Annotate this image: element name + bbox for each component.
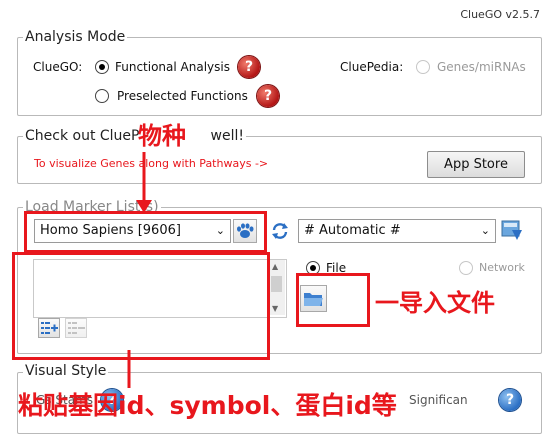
- functional-analysis-label[interactable]: Functional Analysis: [115, 60, 230, 74]
- genes-mirnas-label: Genes/miRNAs: [437, 60, 526, 74]
- functional-analysis-radio[interactable]: [95, 60, 109, 74]
- scroll-up-icon[interactable]: ▲: [272, 262, 278, 271]
- annotation-paste-ids: 粘贴基因id、symbol、蛋白id等: [18, 391, 397, 420]
- analysis-mode-panel: [17, 37, 542, 116]
- id-type-selected-value: # Automatic #: [304, 223, 401, 238]
- chevron-down-icon: ⌄: [480, 224, 490, 237]
- version-label: ClueGO v2.5.7: [460, 8, 540, 21]
- id-type-select[interactable]: # Automatic # ⌄: [298, 219, 496, 243]
- annotation-arrow-paste: [127, 350, 131, 388]
- download-icon[interactable]: [500, 218, 524, 242]
- textarea-scrollbar[interactable]: ▲ ▼: [268, 260, 285, 315]
- annotation-species: 物种: [138, 122, 186, 150]
- cluepedia-label: CluePedia:: [340, 60, 404, 74]
- help-icon[interactable]: ?: [257, 85, 279, 107]
- help-icon[interactable]: ?: [238, 56, 260, 78]
- genes-mirnas-radio[interactable]: [416, 60, 430, 74]
- scroll-thumb[interactable]: [271, 276, 282, 292]
- network-label: Network: [479, 261, 525, 274]
- cluepedia-title-part-b: well!: [210, 128, 244, 144]
- cluego-label: ClueGO:: [33, 60, 83, 74]
- preselected-functions-label[interactable]: Preselected Functions: [117, 89, 248, 103]
- network-radio[interactable]: [459, 261, 473, 275]
- annotation-arrow-species: [136, 152, 152, 213]
- visual-style-title: Visual Style: [23, 363, 109, 379]
- help-icon[interactable]: ?: [499, 389, 521, 411]
- organism-highlight-box: [24, 211, 267, 253]
- analysis-mode-title: Analysis Mode: [23, 29, 128, 45]
- preselected-functions-radio[interactable]: [95, 89, 109, 103]
- scroll-down-icon[interactable]: ▼: [272, 304, 278, 313]
- cluepedia-title-part-a: Check out ClueP: [25, 128, 140, 144]
- app-store-button[interactable]: App Store: [427, 151, 525, 178]
- cluepedia-panel-title: Check out ClueP well!: [23, 128, 246, 144]
- annotation-import-file: 一导入文件: [375, 289, 495, 317]
- refresh-icon[interactable]: [270, 221, 290, 241]
- import-highlight-box: [296, 273, 370, 327]
- visual-style-option-right[interactable]: Significan: [409, 393, 468, 407]
